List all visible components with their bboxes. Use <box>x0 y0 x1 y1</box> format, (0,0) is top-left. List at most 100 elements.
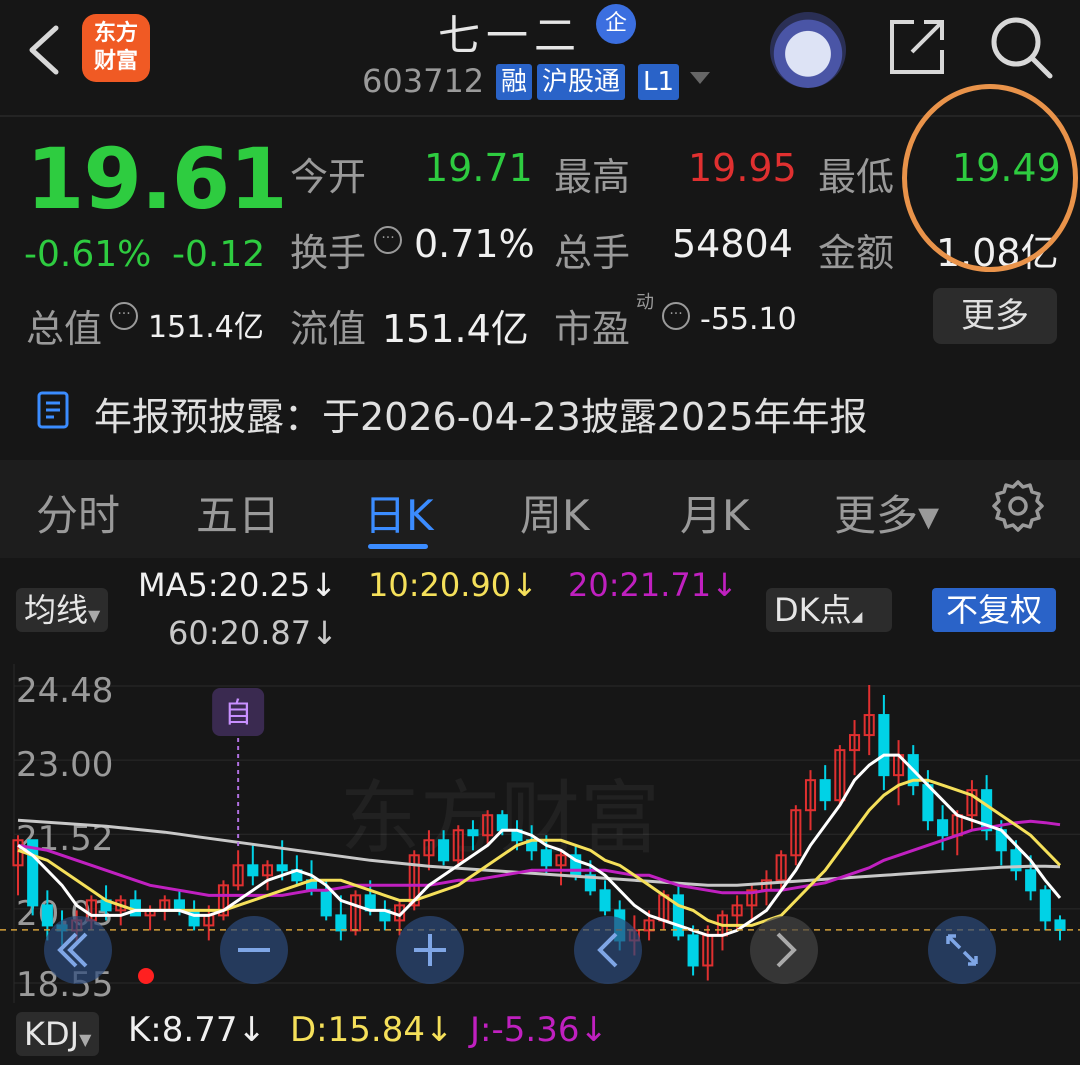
document-icon <box>37 391 69 429</box>
more-quote-button[interactable]: 更多 <box>933 288 1057 344</box>
kdj-indicator-bar: KDJ▼ K:8.77↓ D:15.84↓ J:-5.36↓ <box>0 1008 1080 1065</box>
amount-label: 金额 <box>818 231 895 275</box>
caret-down-icon[interactable] <box>690 72 710 84</box>
candle-down <box>276 864 288 872</box>
info-icon[interactable]: ··· <box>374 226 402 254</box>
candle-down <box>1025 869 1037 892</box>
candle-down <box>320 889 332 917</box>
tab-five-day[interactable]: 五日 <box>196 482 280 543</box>
tab-monthly-k[interactable]: 月K <box>680 482 750 543</box>
candle-down <box>335 914 347 932</box>
total-cap-value: 151.4亿 <box>148 310 264 345</box>
stock-code: 603712 <box>362 62 485 100</box>
fullscreen-button[interactable] <box>928 916 996 984</box>
candle-down <box>188 909 200 927</box>
candle-down <box>1039 889 1051 922</box>
next-button[interactable] <box>750 916 818 984</box>
candle-down <box>41 904 53 927</box>
candle-down <box>819 779 831 802</box>
info-icon[interactable]: ··· <box>662 302 690 330</box>
low-label: 最低 <box>818 155 895 199</box>
info-icon[interactable]: ··· <box>110 302 138 330</box>
total-cap-label: 总值 <box>26 307 103 351</box>
pe-label: 市盈 <box>554 307 631 351</box>
volume-label: 总手 <box>554 231 631 275</box>
tag-margin: 融 <box>496 64 533 100</box>
kdj-j-value: J:-5.36↓ <box>470 1010 608 1050</box>
ma10-value: 10:20.90↓ <box>368 566 538 604</box>
chevron-down-icon: ▼ <box>79 1030 92 1049</box>
candle-down <box>937 819 949 837</box>
scroll-left-button[interactable] <box>44 916 112 984</box>
zoom-out-button[interactable] <box>220 916 288 984</box>
dk-point-selector[interactable]: DK点◢ <box>766 588 892 632</box>
candle-down <box>540 849 552 867</box>
kdj-selector[interactable]: KDJ▼ <box>16 1012 100 1056</box>
candlestick-chart[interactable]: 东方财富 24.4823.0021.5220.0318.55 自 <box>0 658 1080 1008</box>
open-label: 今开 <box>290 155 367 199</box>
candle-down <box>247 864 259 877</box>
annual-report-notice[interactable]: 年报预披露：于2026-04-23披露2025年年报 <box>94 386 868 441</box>
tab-more[interactable]: 更多▾ <box>834 482 939 543</box>
adjust-type-button[interactable]: 不复权 <box>932 588 1056 632</box>
ma-selector-label: 均线 <box>24 591 89 629</box>
kdj-k-value: K:8.77↓ <box>128 1010 266 1050</box>
marker-label: 自 <box>224 696 252 729</box>
candle-down <box>27 839 39 907</box>
active-tab-indicator <box>368 544 428 549</box>
gear-icon[interactable] <box>992 480 1044 532</box>
candle-down <box>173 899 185 912</box>
candle-down <box>687 934 699 967</box>
y-tick-label: 24.48 <box>16 671 113 711</box>
turnover-label: 换手 <box>290 231 367 275</box>
logo-text-line1: 东方 <box>93 21 138 46</box>
ma5-value: MA5:20.25↓ <box>138 566 338 604</box>
enterprise-badge: 企 <box>596 4 636 44</box>
period-tabs: 分时 五日 日K 周K 月K 更多▾ <box>0 460 1080 558</box>
candle-down <box>1054 919 1066 931</box>
header-divider <box>0 115 1080 117</box>
high-value: 19.95 <box>688 146 797 190</box>
self-select-marker[interactable]: 自 <box>212 688 265 847</box>
share-icon[interactable] <box>886 16 948 78</box>
candle-down <box>496 814 508 832</box>
chevron-down-icon: ▼ <box>88 606 101 625</box>
stock-name: 七一二 <box>437 11 582 60</box>
tab-daily-k[interactable]: 日K <box>364 482 434 543</box>
volume-value: 54804 <box>672 222 793 266</box>
ma-selector[interactable]: 均线▼ <box>16 588 109 632</box>
tag-stock-connect: 沪股通 <box>537 64 626 100</box>
kdj-d-value: D:15.84↓ <box>290 1010 454 1050</box>
candle-down <box>599 889 611 912</box>
change-amount: -0.12 <box>172 234 266 275</box>
logo-text-line2: 财富 <box>93 49 138 74</box>
candle-down <box>878 714 890 777</box>
y-tick-label: 23.00 <box>16 745 113 785</box>
ma20-value: 20:21.71↓ <box>568 566 738 604</box>
candle-down <box>438 839 450 862</box>
back-arrow-icon[interactable] <box>22 22 66 78</box>
tab-intraday[interactable]: 分时 <box>36 482 120 543</box>
tag-level: L1 <box>638 64 680 100</box>
float-cap-value: 151.4亿 <box>382 307 529 351</box>
ma60-value: 60:20.87↓ <box>168 614 338 652</box>
candle-down <box>467 829 479 837</box>
last-price: 19.61 <box>26 130 288 228</box>
pe-dynamic-sup: 动 <box>636 292 654 313</box>
float-cap-label: 流值 <box>290 307 367 351</box>
highlight-circle-annotation <box>902 84 1078 272</box>
prev-button[interactable] <box>574 916 642 984</box>
zoom-in-button[interactable] <box>396 916 464 984</box>
corner-triangle-icon: ◢ <box>851 609 863 625</box>
search-icon[interactable] <box>988 14 1054 80</box>
red-dot-indicator <box>138 968 154 984</box>
turnover-value: 0.71% <box>414 222 535 266</box>
header: 东方 财富 七一二 企 603712 融 沪股通 L1 <box>0 0 1080 115</box>
high-label: 最高 <box>554 155 631 199</box>
robot-assistant-avatar[interactable] <box>770 12 846 88</box>
pe-value: -55.10 <box>700 302 797 337</box>
open-value: 19.71 <box>424 146 533 190</box>
dk-point-label: DK点 <box>774 591 852 629</box>
tab-weekly-k[interactable]: 周K <box>520 482 590 543</box>
kdj-selector-label: KDJ <box>24 1015 80 1053</box>
